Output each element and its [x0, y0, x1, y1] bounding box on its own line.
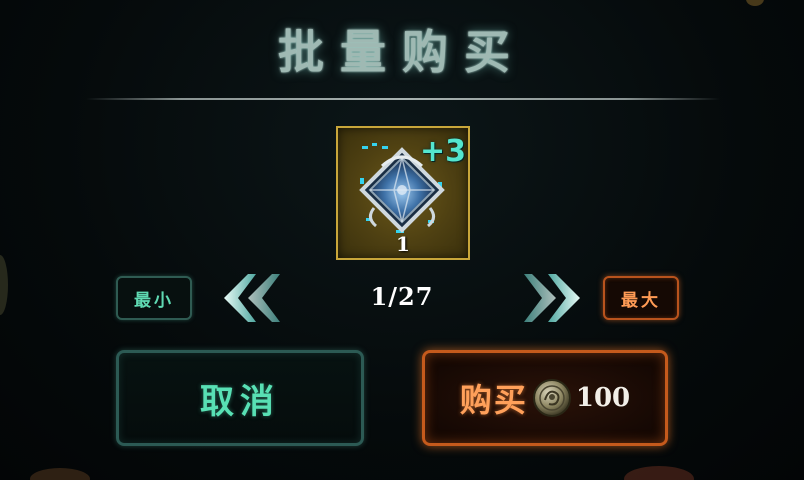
quantity-display: 1/27 — [370, 282, 434, 311]
buy-price: 100 — [575, 383, 631, 413]
item-count: 1 — [396, 232, 410, 256]
dialog-title: 批量购买 — [278, 25, 526, 79]
buy-button-label: 购买 — [459, 381, 528, 419]
item-level-badge: +3 — [419, 134, 466, 169]
corner-decoration — [624, 466, 694, 480]
title-divider — [86, 98, 720, 100]
min-quantity-button[interactable]: 最小 — [116, 276, 192, 320]
buy-button[interactable]: 购买 100 — [422, 350, 668, 446]
cancel-button-label: 取消 — [200, 381, 280, 422]
corner-decoration — [0, 255, 8, 315]
double-chevron-right-icon[interactable] — [520, 270, 586, 326]
cancel-button[interactable]: 取消 — [116, 350, 364, 446]
max-quantity-button[interactable]: 最大 — [603, 276, 679, 320]
item-slot[interactable]: +3 1 — [336, 126, 470, 260]
batch-buy-dialog: 批量购买 +3 1 最小 1/27 最大 取消 购买 100 — [0, 0, 804, 480]
corner-decoration — [30, 468, 90, 480]
corner-decoration — [746, 0, 764, 6]
double-chevron-left-icon[interactable] — [218, 270, 284, 326]
coin-icon — [532, 379, 571, 417]
